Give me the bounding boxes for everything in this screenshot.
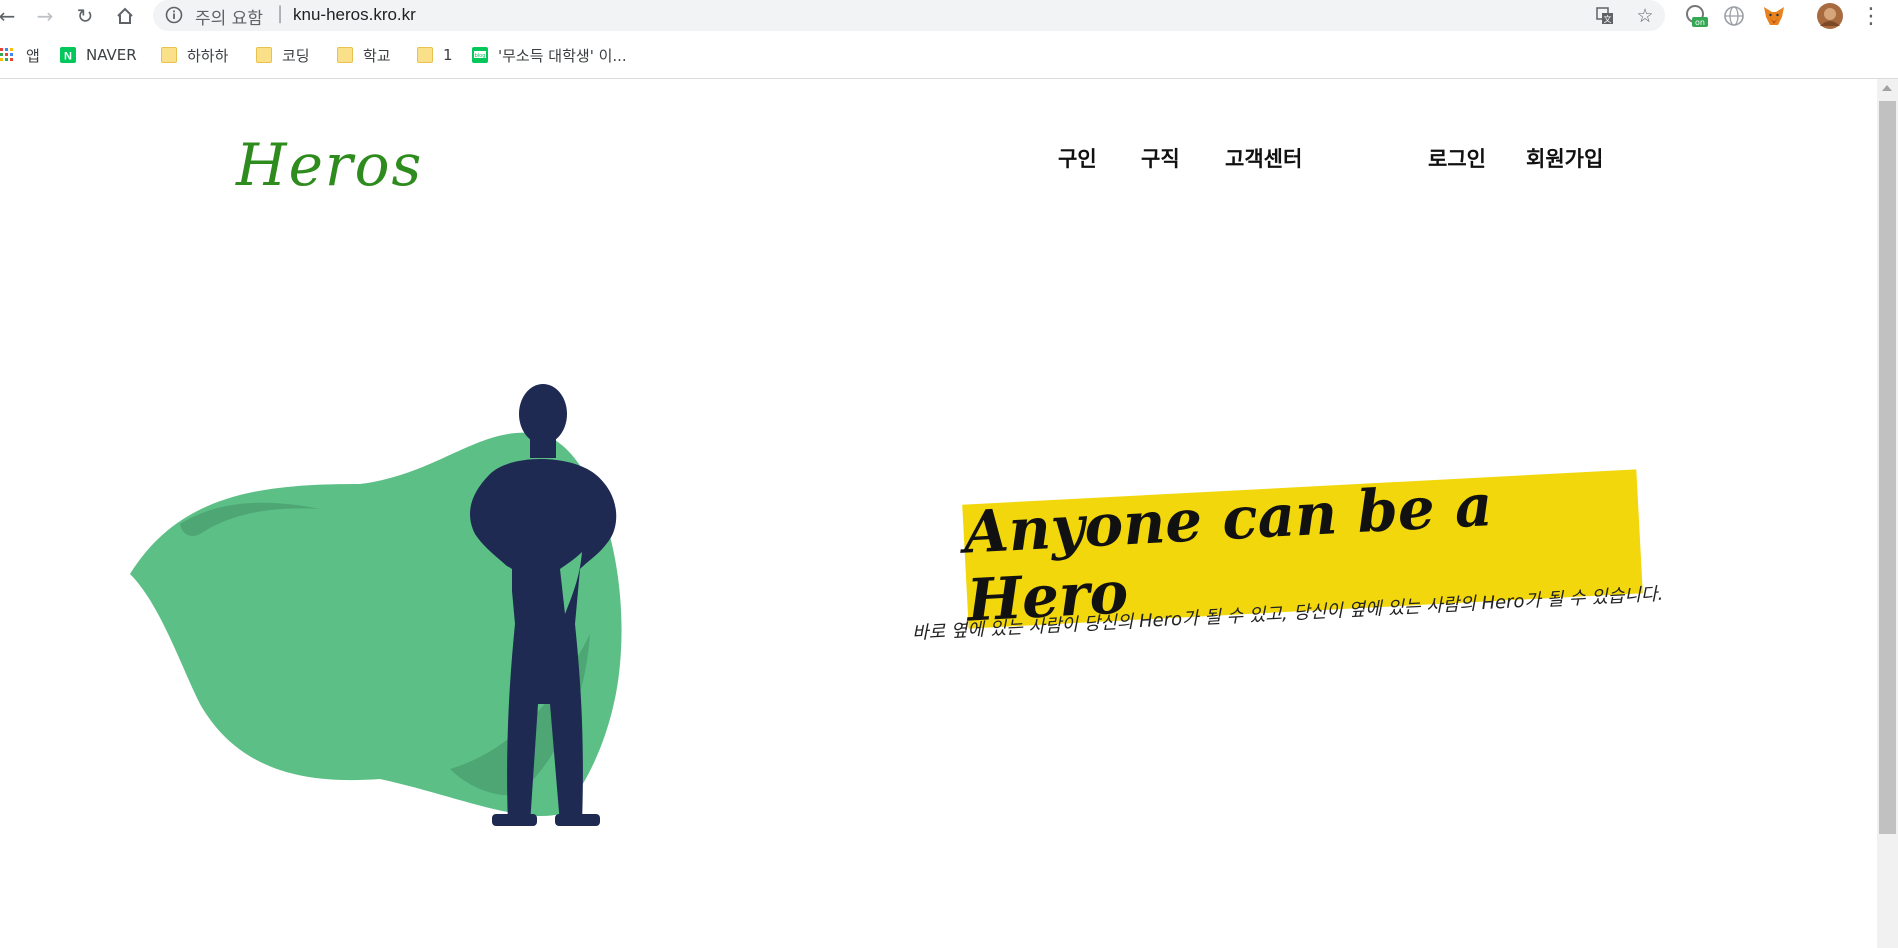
kebab-menu-icon[interactable]: ⋮ [1858, 3, 1884, 29]
home-icon[interactable] [112, 3, 138, 29]
address-bar[interactable]: 주의 요함 | knu-heros.kro.kr 文 ☆ [153, 0, 1665, 31]
bookmark-label: '무소득 대학생' 이... [498, 46, 627, 65]
browser-toolbar: ← → ↻ 주의 요함 | knu-heros.kro.kr 文 ☆ on ⋮ [0, 0, 1898, 31]
bookmark-apps[interactable]: 앱 [0, 41, 40, 69]
nav-hire[interactable]: 구인 [1058, 143, 1097, 173]
url-text[interactable]: knu-heros.kro.kr [293, 5, 416, 25]
metamask-fox-icon[interactable] [1760, 2, 1788, 30]
translate-icon[interactable]: 文 [1593, 4, 1617, 28]
address-separator: | [277, 3, 284, 24]
forward-arrow-icon[interactable]: → [32, 3, 58, 29]
svg-text:blog: blog [475, 53, 486, 59]
vertical-scrollbar[interactable] [1877, 79, 1898, 948]
svg-text:on: on [1695, 18, 1705, 27]
blog-icon: blog [472, 47, 488, 63]
bookmarks-bar: 앱 N NAVER 하하하 코딩 학교 1 blog '무소득 대학생' 이..… [0, 41, 1898, 69]
folder-icon [161, 47, 177, 63]
bookmark-blog[interactable]: blog '무소득 대학생' 이... [472, 41, 627, 69]
bookmark-folder-coding[interactable]: 코딩 [256, 41, 310, 69]
folder-icon [337, 47, 353, 63]
back-arrow-icon[interactable]: ← [0, 3, 20, 29]
security-warning[interactable]: 주의 요함 [195, 4, 263, 29]
naver-icon: N [60, 47, 76, 63]
nav-login[interactable]: 로그인 [1428, 143, 1486, 173]
nav-signup[interactable]: 회원가입 [1526, 143, 1603, 173]
bookmark-label: NAVER [86, 46, 137, 64]
bookmark-naver[interactable]: N NAVER [60, 41, 137, 69]
profile-avatar[interactable] [1816, 2, 1844, 30]
globe-icon[interactable] [1720, 2, 1748, 30]
svg-text:文: 文 [1604, 14, 1612, 24]
nav-job[interactable]: 구직 [1141, 143, 1180, 173]
site-logo[interactable]: Heros [236, 131, 423, 199]
scrollbar-thumb[interactable] [1879, 101, 1896, 834]
bookmark-folder-1[interactable]: 1 [417, 41, 453, 69]
bookmark-label: 1 [443, 46, 453, 64]
apps-grid-icon [0, 47, 16, 63]
svg-text:N: N [64, 51, 72, 63]
bookmark-label: 하하하 [187, 46, 229, 65]
bookmark-star-icon[interactable]: ☆ [1633, 4, 1657, 28]
bookmark-folder-hahaha[interactable]: 하하하 [161, 41, 228, 69]
bookmark-label: 앱 [26, 46, 40, 65]
superhero-illustration [130, 384, 622, 826]
bookmark-label: 학교 [363, 46, 391, 65]
nav-support[interactable]: 고객센터 [1225, 143, 1302, 173]
reload-icon[interactable]: ↻ [72, 3, 98, 29]
extension-on-icon[interactable]: on [1683, 2, 1711, 30]
page-viewport: Heros 구인 구직 고객센터 로그인 회원가입 Anyone can be … [0, 79, 1877, 948]
bookmark-folder-school[interactable]: 학교 [337, 41, 391, 69]
folder-icon [256, 47, 272, 63]
scroll-up-arrow-icon[interactable] [1882, 85, 1892, 91]
info-icon[interactable] [165, 6, 183, 24]
bookmark-label: 코딩 [282, 46, 310, 65]
folder-icon [417, 47, 433, 63]
